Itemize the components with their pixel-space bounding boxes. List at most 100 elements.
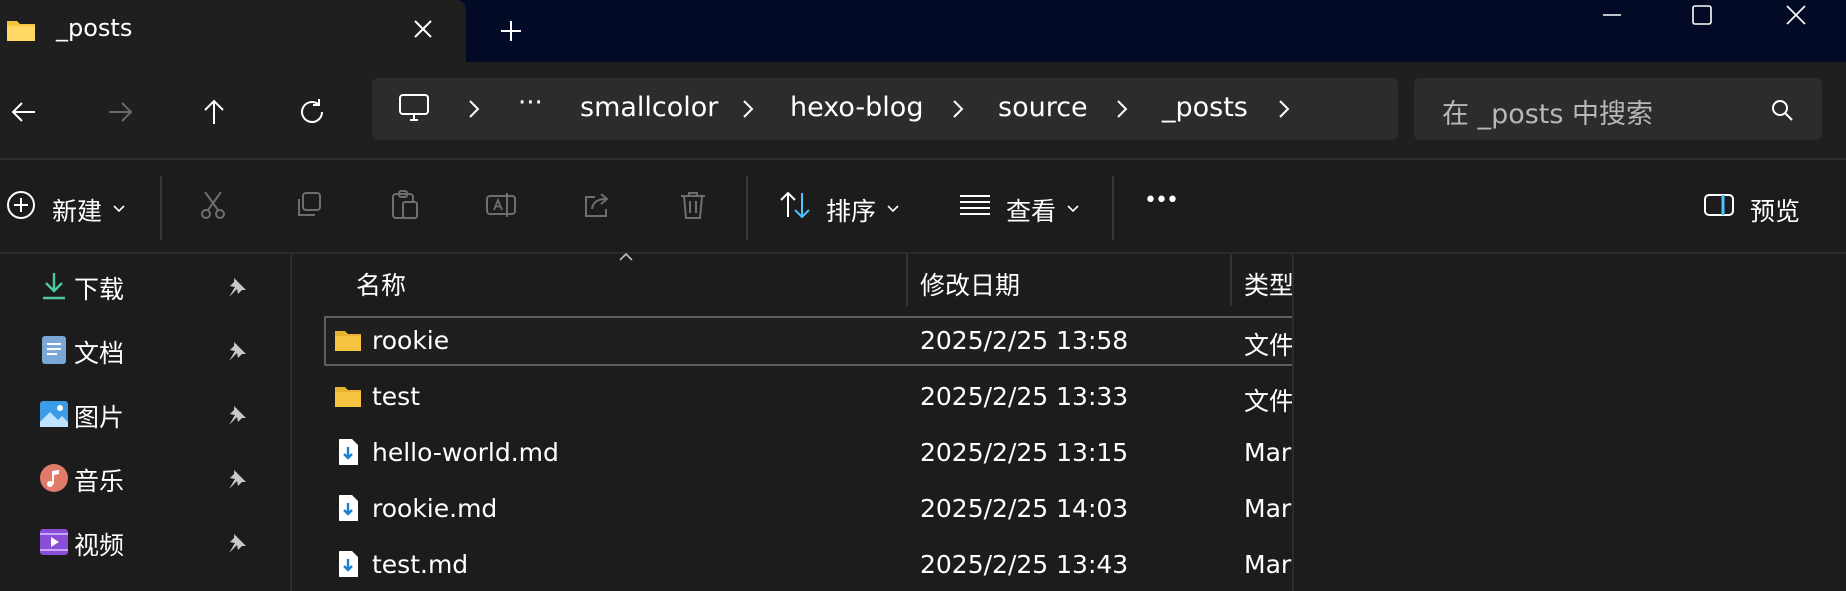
- cut-button[interactable]: [196, 188, 230, 222]
- view-button[interactable]: [958, 188, 992, 222]
- chevron-right-icon[interactable]: [950, 98, 966, 120]
- paste-button[interactable]: [388, 188, 422, 222]
- preview-label[interactable]: 预览: [1750, 192, 1800, 228]
- sidebar-item-label: 下载: [74, 275, 125, 304]
- delete-button[interactable]: [676, 188, 710, 222]
- documents-icon: [42, 336, 66, 364]
- details-area: [1292, 254, 1846, 591]
- share-icon: [585, 193, 609, 217]
- close-icon: [1786, 5, 1806, 25]
- preview-button[interactable]: [1702, 188, 1736, 222]
- table-row[interactable]: [324, 540, 1292, 591]
- close-tab-icon[interactable]: [410, 16, 436, 42]
- sidebar-item-label: 文档: [74, 339, 125, 368]
- file-name: test.md: [372, 550, 469, 579]
- download-icon: [43, 273, 65, 300]
- cut-icon: [201, 191, 225, 219]
- file-name: hello-world.md: [372, 438, 559, 467]
- search-icon[interactable]: [1770, 98, 1794, 122]
- this-pc-icon[interactable]: [398, 92, 430, 124]
- rename-button[interactable]: [484, 188, 518, 222]
- refresh-button[interactable]: [290, 90, 334, 134]
- copy-icon: [298, 192, 321, 216]
- file-type: Markdown: [1244, 438, 1292, 467]
- file-modified: 2025/2/25 13:58: [920, 326, 1129, 355]
- sidebar-item-label: 图片: [74, 403, 125, 432]
- sort-icon: [780, 191, 810, 219]
- pictures-icon: [40, 401, 68, 427]
- table-row[interactable]: [324, 372, 1292, 424]
- file-modified: 2025/2/25 13:15: [920, 438, 1129, 467]
- command-bar: [0, 160, 1846, 252]
- new-label[interactable]: 新建: [52, 192, 102, 228]
- file-type: 文件夹: [1244, 331, 1292, 360]
- file-modified: 2025/2/25 13:43: [920, 550, 1129, 579]
- back-button[interactable]: [2, 90, 46, 134]
- chevron-right-icon[interactable]: [466, 98, 482, 120]
- breadcrumb-item-posts[interactable]: _posts: [1162, 92, 1248, 123]
- minimize-button[interactable]: [1566, 0, 1658, 30]
- new-tab-icon[interactable]: [496, 16, 526, 46]
- share-button[interactable]: [580, 188, 614, 222]
- maximize-icon: [1692, 5, 1712, 25]
- column-header-type[interactable]: 类型: [1244, 266, 1292, 302]
- toolbar-separator: [160, 176, 162, 240]
- sort-ascending-icon: [619, 252, 633, 261]
- refresh-icon: [301, 99, 323, 123]
- more-options-button[interactable]: •••: [1144, 188, 1179, 213]
- music-icon: [40, 464, 68, 492]
- arrow-up-icon: [204, 99, 224, 124]
- toolbar-separator: [1112, 176, 1114, 240]
- chevron-right-icon[interactable]: [1276, 98, 1292, 120]
- view-label[interactable]: 查看: [1006, 192, 1056, 228]
- chevron-down-icon[interactable]: [112, 204, 126, 214]
- column-header-modified[interactable]: 修改日期: [920, 266, 1020, 302]
- close-window-button[interactable]: [1750, 0, 1842, 30]
- file-type: Markdown: [1244, 550, 1292, 579]
- pin-icon[interactable]: [226, 532, 248, 554]
- new-button[interactable]: [4, 188, 38, 222]
- column-header-name[interactable]: 名称: [356, 266, 406, 302]
- pin-icon[interactable]: [226, 468, 248, 490]
- tab-title: _posts: [56, 14, 133, 42]
- chevron-right-icon[interactable]: [740, 98, 756, 120]
- pin-icon[interactable]: [226, 276, 248, 298]
- breadcrumb-item-smallcolor[interactable]: smallcolor: [580, 92, 718, 123]
- preview-pane-icon: [1704, 194, 1734, 216]
- column-divider[interactable]: [1230, 254, 1232, 306]
- sort-label[interactable]: 排序: [826, 192, 876, 228]
- pin-icon[interactable]: [226, 340, 248, 362]
- file-type: Markdown: [1244, 494, 1292, 523]
- file-name: test: [372, 382, 421, 411]
- arrow-left-icon: [11, 102, 35, 122]
- folder-icon: [335, 387, 361, 407]
- breadcrumb-item-source[interactable]: source: [998, 92, 1088, 123]
- markdown-file-icon: [339, 551, 358, 577]
- file-type: 文件夹: [1244, 387, 1292, 416]
- videos-icon: [40, 529, 68, 555]
- chevron-down-icon[interactable]: [1066, 204, 1080, 214]
- plus-circle-icon: [7, 191, 35, 219]
- file-name: rookie: [372, 326, 450, 355]
- chevron-right-icon[interactable]: [1114, 98, 1130, 120]
- folder-icon: [335, 331, 361, 351]
- table-row-selected[interactable]: [324, 316, 1292, 366]
- search-input[interactable]: 在 _posts 中搜索: [1442, 92, 1653, 131]
- toolbar-separator: [746, 176, 748, 240]
- pin-icon[interactable]: [226, 404, 248, 426]
- sidebar-item-label: 音乐: [74, 467, 125, 496]
- copy-button[interactable]: [292, 188, 326, 222]
- sidebar-item-label: 视频: [74, 531, 125, 560]
- forward-button[interactable]: [98, 90, 142, 134]
- maximize-button[interactable]: [1656, 0, 1748, 30]
- breadcrumb-item-hexo-blog[interactable]: hexo-blog: [790, 92, 923, 123]
- sort-button[interactable]: [778, 188, 812, 222]
- markdown-file-icon: [339, 495, 358, 521]
- chevron-down-icon[interactable]: [886, 204, 900, 214]
- column-divider[interactable]: [906, 254, 908, 306]
- file-modified: 2025/2/25 13:33: [920, 382, 1129, 411]
- up-button[interactable]: [192, 90, 236, 134]
- paste-icon: [392, 190, 418, 219]
- breadcrumb-overflow[interactable]: ···: [518, 88, 543, 118]
- trash-icon: [681, 192, 705, 219]
